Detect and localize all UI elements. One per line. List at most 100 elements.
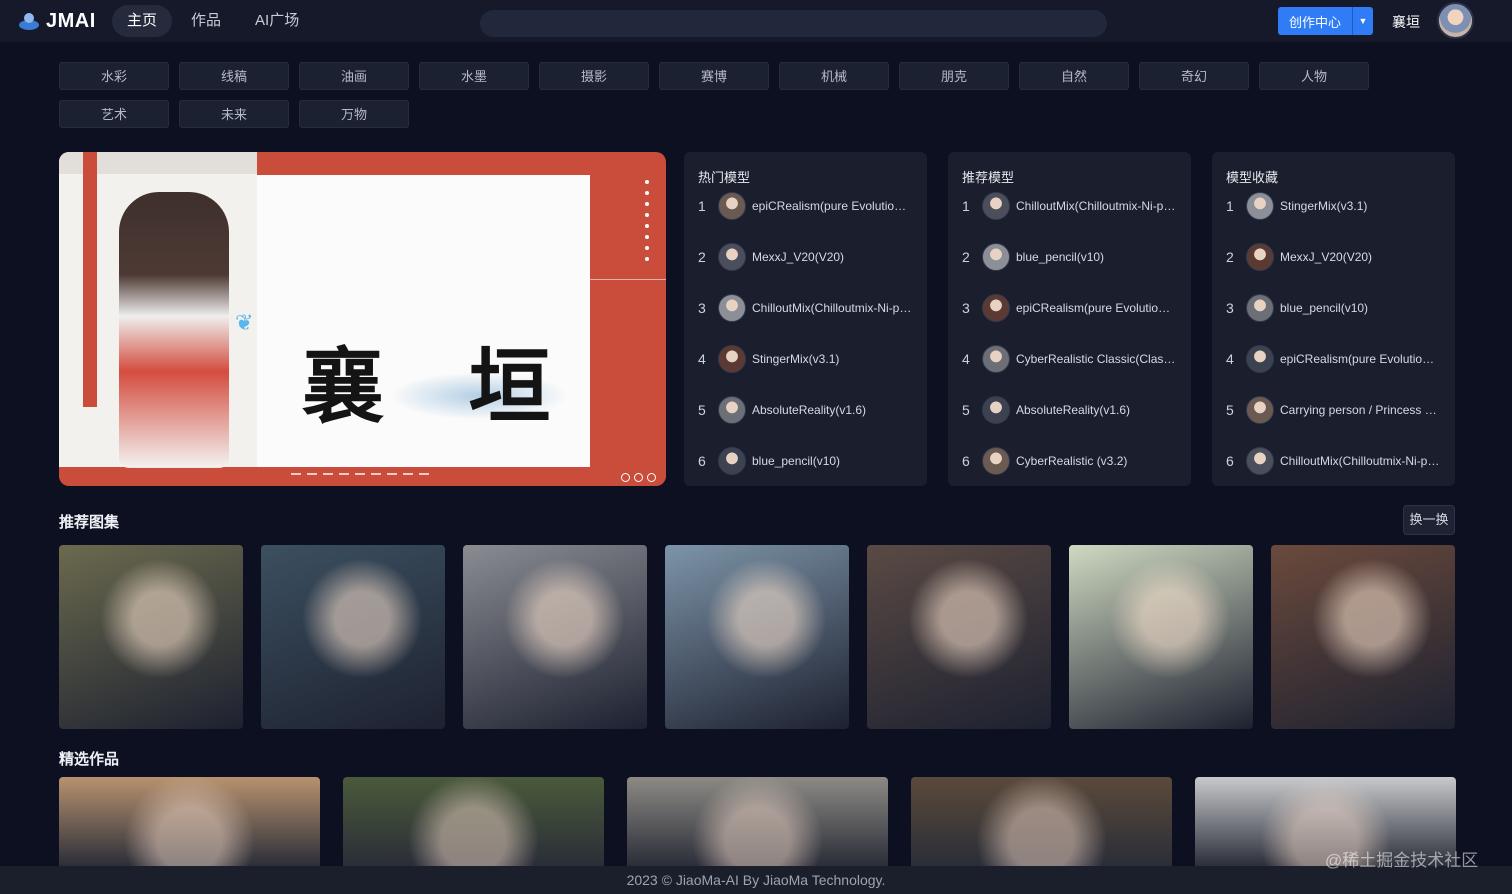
featured-work-image[interactable] bbox=[59, 777, 320, 867]
banner-figure-illustration bbox=[119, 192, 229, 468]
caret-down-icon[interactable]: ▼ bbox=[1353, 16, 1373, 26]
model-rank-item[interactable]: 6 blue_pencil(v10) bbox=[698, 447, 918, 475]
model-rank-item[interactable]: 1 StingerMix(v3.1) bbox=[1226, 192, 1446, 220]
gallery-image[interactable] bbox=[463, 545, 647, 729]
model-panel: 模型收藏 1 StingerMix(v3.1) 2 MexxJ_V20(V20) 3 blu… bbox=[1212, 152, 1455, 486]
model-thumbnail bbox=[718, 192, 746, 220]
model-thumbnail bbox=[718, 243, 746, 271]
rank-number: 1 bbox=[962, 198, 970, 214]
model-name: blue_pencil(v10) bbox=[1016, 250, 1105, 264]
model-thumbnail bbox=[718, 294, 746, 322]
model-rank-item[interactable]: 4 epiCRealism(pure Evolution V3) bbox=[1226, 345, 1446, 373]
gallery-image[interactable] bbox=[1271, 545, 1455, 729]
model-rank-item[interactable]: 1 epiCRealism(pure Evolution V3) bbox=[698, 192, 918, 220]
panel-title: 推荐模型 bbox=[962, 170, 1015, 185]
category-tag[interactable]: 万物 bbox=[299, 100, 409, 128]
hero-banner[interactable]: ❦ 襄 垣 bbox=[59, 152, 666, 486]
swap-button[interactable]: 换一换 bbox=[1403, 505, 1455, 535]
model-thumbnail bbox=[982, 447, 1010, 475]
category-tag[interactable]: 人物 bbox=[1259, 62, 1369, 90]
model-thumbnail bbox=[982, 294, 1010, 322]
model-rank-item[interactable]: 1 ChilloutMix(Chilloutmix-Ni-pruned-fp32-… bbox=[962, 192, 1182, 220]
rank-number: 3 bbox=[962, 300, 970, 316]
category-tag[interactable]: 奇幻 bbox=[1139, 62, 1249, 90]
model-thumbnail bbox=[1246, 447, 1274, 475]
category-tag[interactable]: 未来 bbox=[179, 100, 289, 128]
carousel-indicator[interactable] bbox=[387, 473, 397, 475]
model-rank-item[interactable]: 3 blue_pencil(v10) bbox=[1226, 294, 1446, 322]
model-rank-item[interactable]: 2 blue_pencil(v10) bbox=[962, 243, 1182, 271]
gallery-image[interactable] bbox=[867, 545, 1051, 729]
category-tag[interactable]: 自然 bbox=[1019, 62, 1129, 90]
user-name[interactable]: 襄垣 bbox=[1392, 12, 1420, 32]
carousel-indicator[interactable] bbox=[419, 473, 429, 475]
model-rank-item[interactable]: 6 ChilloutMix(Chilloutmix-Ni-pruned-fp32-… bbox=[1226, 447, 1446, 475]
model-rank-item[interactable]: 5 AbsoluteReality(v1.6) bbox=[698, 396, 918, 424]
model-thumbnail bbox=[1246, 396, 1274, 424]
gallery-image[interactable] bbox=[261, 545, 445, 729]
model-name: AbsoluteReality(v1.6) bbox=[752, 403, 867, 417]
search-input[interactable] bbox=[480, 10, 1107, 37]
model-rank-item[interactable]: 2 MexxJ_V20(V20) bbox=[1226, 243, 1446, 271]
gallery-image[interactable] bbox=[665, 545, 849, 729]
carousel-indicator[interactable] bbox=[291, 473, 301, 475]
model-rank-item[interactable]: 4 StingerMix(v3.1) bbox=[698, 345, 918, 373]
nav-home[interactable]: 主页 bbox=[112, 5, 173, 37]
carousel-indicators[interactable] bbox=[291, 473, 429, 475]
model-rank-item[interactable]: 2 MexxJ_V20(V20) bbox=[698, 243, 918, 271]
model-rank-item[interactable]: 3 epiCRealism(pure Evolution V3) bbox=[962, 294, 1182, 322]
featured-work-image[interactable] bbox=[627, 777, 888, 867]
category-tag[interactable]: 线稿 bbox=[179, 62, 289, 90]
rank-number: 5 bbox=[1226, 402, 1234, 418]
model-rank-item[interactable]: 5 AbsoluteReality(v1.6) bbox=[962, 396, 1182, 424]
carousel-indicator[interactable] bbox=[323, 473, 333, 475]
model-rank-item[interactable]: 5 Carrying person / Princess carry(v1.0) bbox=[1226, 396, 1446, 424]
carousel-indicator[interactable] bbox=[403, 473, 413, 475]
category-tag[interactable]: 水彩 bbox=[59, 62, 169, 90]
model-thumbnail bbox=[982, 345, 1010, 373]
rank-number: 5 bbox=[698, 402, 706, 418]
category-tag[interactable]: 赛博 bbox=[659, 62, 769, 90]
create-center-button[interactable]: 创作中心 ▼ bbox=[1278, 7, 1373, 35]
category-tag[interactable]: 机械 bbox=[779, 62, 889, 90]
category-tag[interactable]: 油画 bbox=[299, 62, 409, 90]
carousel-indicator[interactable] bbox=[339, 473, 349, 475]
featured-work-image[interactable] bbox=[911, 777, 1172, 867]
model-thumbnail bbox=[1246, 192, 1274, 220]
rank-number: 1 bbox=[698, 198, 706, 214]
model-thumbnail bbox=[718, 345, 746, 373]
category-tag[interactable]: 摄影 bbox=[539, 62, 649, 90]
model-rank-item[interactable]: 3 ChilloutMix(Chilloutmix-Ni-pruned-fp32-… bbox=[698, 294, 918, 322]
featured-work-image[interactable] bbox=[343, 777, 604, 867]
category-tag[interactable]: 水墨 bbox=[419, 62, 529, 90]
nav-works[interactable]: 作品 bbox=[176, 5, 236, 37]
model-rank-item[interactable]: 6 CyberRealistic (v3.2) bbox=[962, 447, 1182, 475]
carousel-indicator[interactable] bbox=[307, 473, 317, 475]
banner-divider-line bbox=[590, 279, 666, 280]
rank-number: 1 bbox=[1226, 198, 1234, 214]
rank-number: 2 bbox=[698, 249, 706, 265]
logo-icon bbox=[19, 13, 39, 30]
model-name: Carrying person / Princess carry(v1.0) bbox=[1280, 403, 1440, 417]
watermark: @稀土掘金技术社区 bbox=[1325, 851, 1479, 870]
model-name: epiCRealism(pure Evolution V3) bbox=[1016, 301, 1176, 315]
avatar[interactable] bbox=[1437, 2, 1474, 39]
footer-copyright: 2023 © JiaoMa-AI By JiaoMa Technology. bbox=[626, 872, 886, 888]
model-thumbnail bbox=[1246, 243, 1274, 271]
rank-number: 4 bbox=[962, 351, 970, 367]
model-name: MexxJ_V20(V20) bbox=[752, 250, 845, 264]
carousel-indicator[interactable] bbox=[371, 473, 381, 475]
category-tag[interactable]: 艺术 bbox=[59, 100, 169, 128]
top-header: JMAI 主页 作品 AI广场 创作中心 ▼ 襄垣 bbox=[0, 0, 1512, 42]
rank-number: 4 bbox=[1226, 351, 1234, 367]
model-name: ChilloutMix(Chilloutmix-Ni-pruned-fp32-f… bbox=[1016, 199, 1176, 213]
category-tag[interactable]: 朋克 bbox=[899, 62, 1009, 90]
model-rank-item[interactable]: 4 CyberRealistic Classic(Classic V1.4) bbox=[962, 345, 1182, 373]
rank-number: 3 bbox=[698, 300, 706, 316]
nav-ai-square[interactable]: AI广场 bbox=[240, 5, 314, 37]
carousel-indicator[interactable] bbox=[355, 473, 365, 475]
gallery-image[interactable] bbox=[1069, 545, 1253, 729]
model-thumbnail bbox=[1246, 294, 1274, 322]
gallery-image[interactable] bbox=[59, 545, 243, 729]
logo[interactable]: JMAI bbox=[18, 10, 108, 33]
